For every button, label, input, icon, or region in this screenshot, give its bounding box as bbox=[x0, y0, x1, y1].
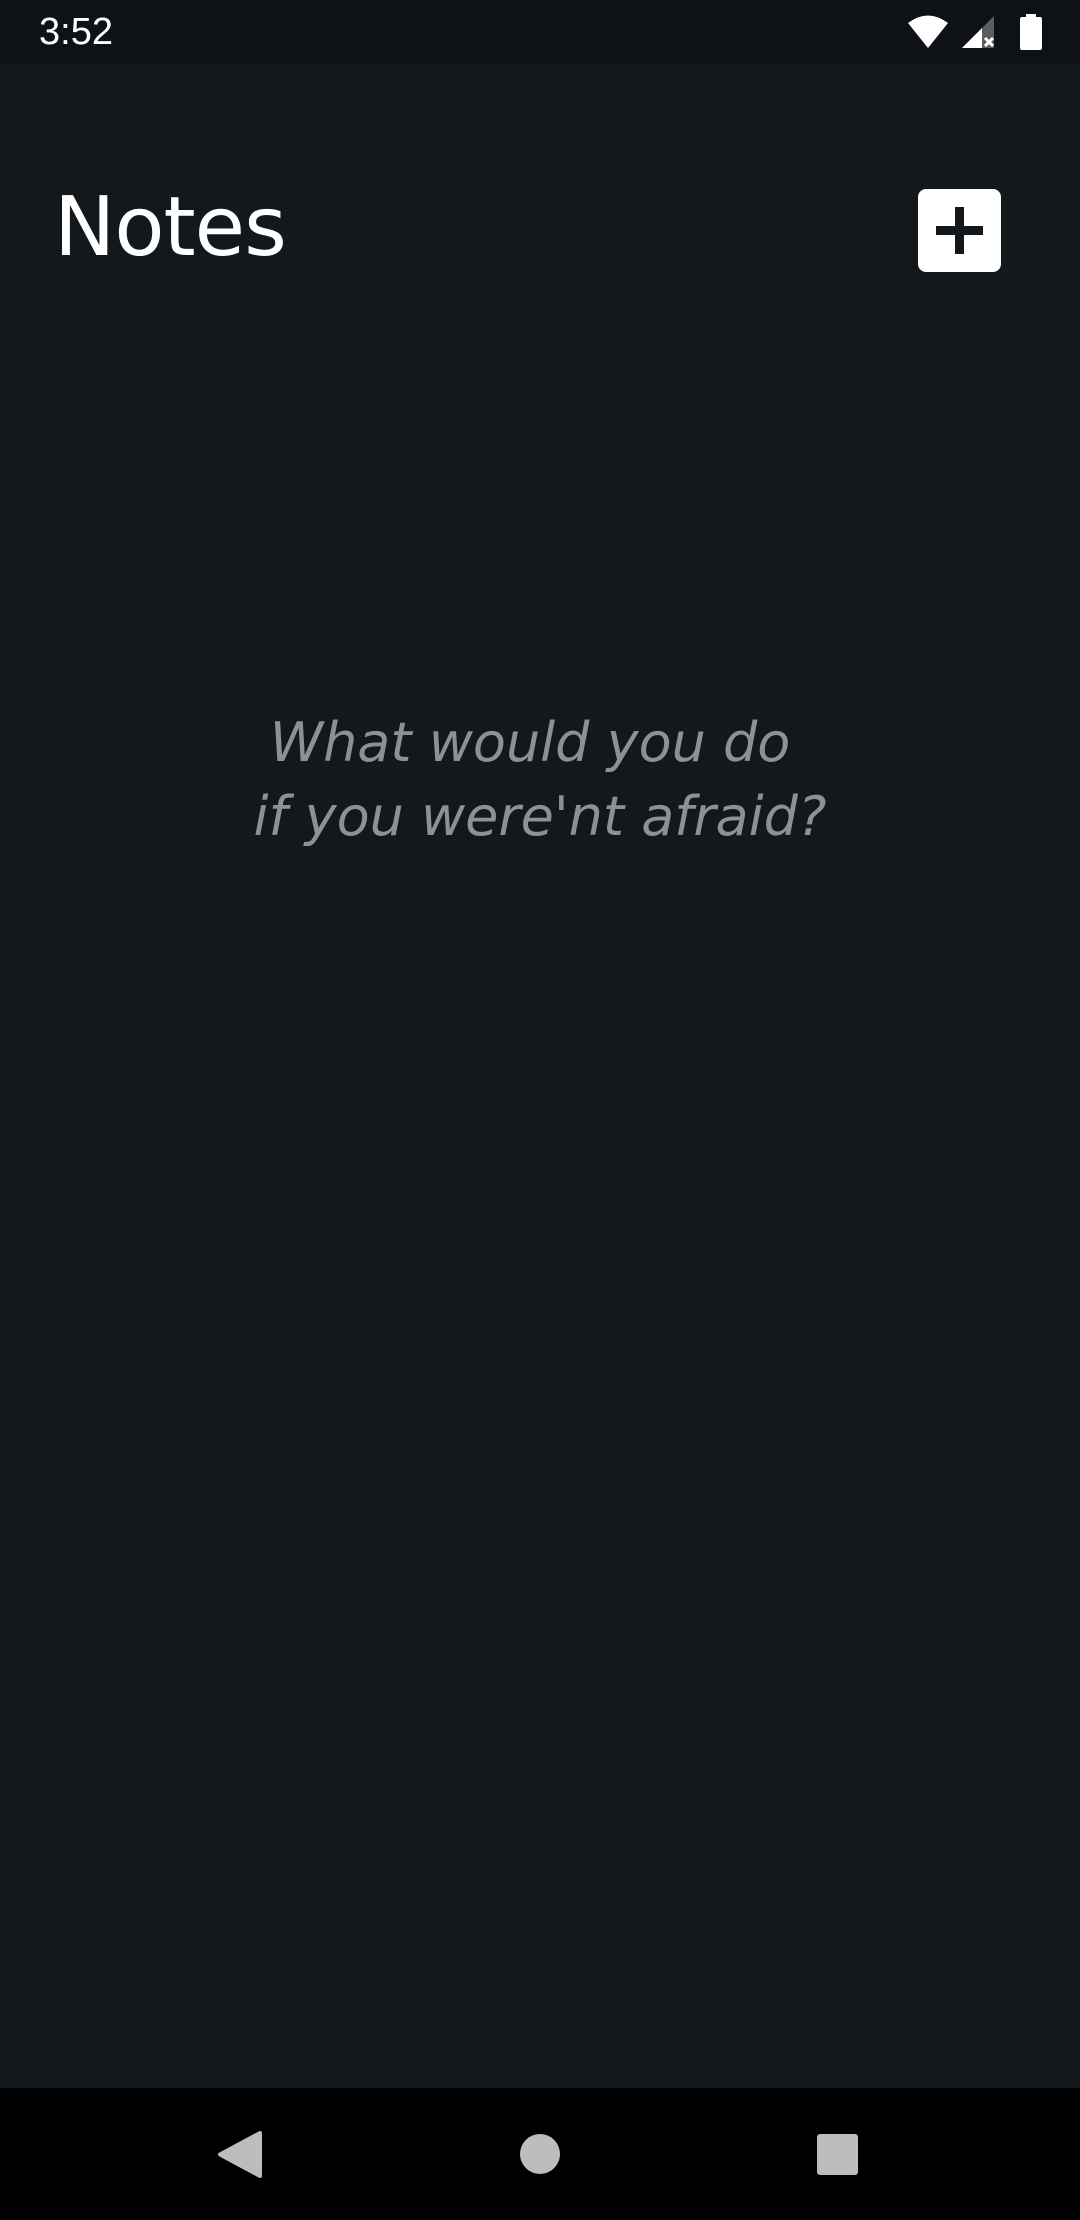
recents-button[interactable] bbox=[757, 2088, 917, 2220]
quote-line-2: if you were'nt afraid? bbox=[253, 785, 827, 848]
plus-icon bbox=[936, 207, 983, 254]
home-button[interactable] bbox=[460, 2088, 620, 2220]
status-time: 3:52 bbox=[39, 11, 113, 53]
add-note-button[interactable] bbox=[918, 189, 1001, 272]
back-button[interactable] bbox=[160, 2088, 320, 2220]
notes-screen: 3:52 Notes What would you do if you were… bbox=[0, 0, 1080, 2220]
battery-icon bbox=[1020, 14, 1042, 50]
navigation-bar bbox=[0, 2088, 1080, 2220]
quote-line-1: What would you do bbox=[269, 711, 791, 774]
wifi-icon bbox=[908, 15, 948, 48]
cellular-no-signal-icon bbox=[962, 16, 995, 48]
recents-icon bbox=[817, 2134, 858, 2175]
page-title: Notes bbox=[54, 180, 287, 275]
back-icon bbox=[218, 2131, 262, 2178]
status-bar: 3:52 bbox=[0, 0, 1080, 64]
empty-state-quote: What would you do if you were'nt afraid? bbox=[0, 706, 1080, 854]
home-icon bbox=[520, 2134, 560, 2174]
